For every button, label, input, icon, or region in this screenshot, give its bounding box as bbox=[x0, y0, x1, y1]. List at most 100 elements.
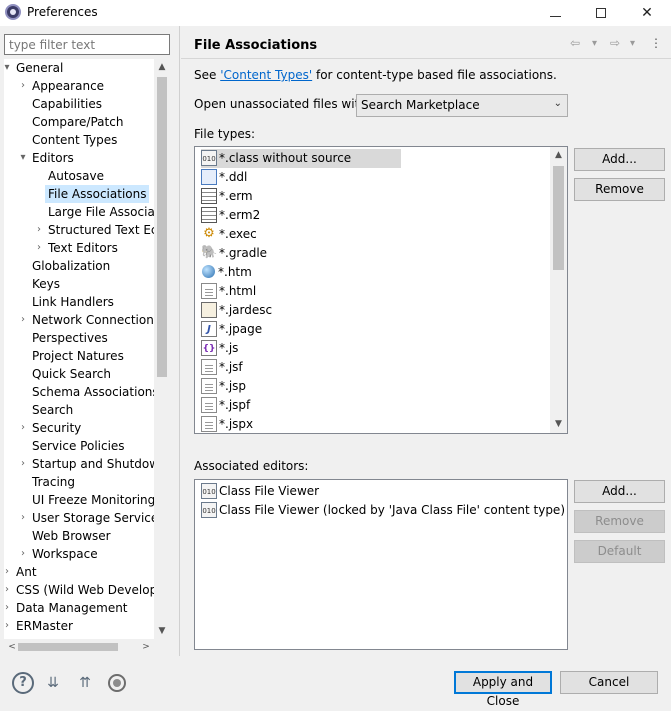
filter-input[interactable] bbox=[4, 34, 170, 55]
list-item[interactable]: *.html bbox=[201, 282, 256, 301]
list-item[interactable]: *.jardesc bbox=[201, 301, 272, 320]
chevron-right-icon[interactable]: › bbox=[18, 419, 28, 437]
tree-item[interactable]: › CSS (Wild Web Develop bbox=[4, 581, 154, 599]
chevron-right-icon[interactable]: › bbox=[4, 617, 12, 635]
sash-splitter[interactable] bbox=[179, 26, 180, 656]
chevron-right-icon[interactable]: › bbox=[34, 239, 44, 257]
chevron-right-icon[interactable]: › bbox=[4, 599, 12, 617]
list-item[interactable]: *.htm bbox=[201, 263, 252, 282]
tree-item[interactable]: Web Browser bbox=[4, 527, 154, 545]
maximize-button[interactable] bbox=[578, 0, 624, 26]
scroll-down-icon[interactable]: ▼ bbox=[154, 623, 170, 639]
tree-item[interactable]: › Security bbox=[4, 419, 154, 437]
list-item[interactable]: *.erm2 bbox=[201, 206, 260, 225]
jsf-file-icon bbox=[201, 358, 217, 375]
tree-item[interactable]: › Structured Text Ec bbox=[4, 221, 154, 239]
cancel-button[interactable]: Cancel bbox=[560, 671, 658, 694]
forward-menu-icon[interactable]: ▾ bbox=[630, 38, 635, 49]
tree-item[interactable]: › Data Management bbox=[4, 599, 154, 617]
apply-and-close-button[interactable]: Apply and Close bbox=[454, 671, 552, 708]
add-file-type-button[interactable]: Add... bbox=[574, 148, 665, 171]
tree-item[interactable]: UI Freeze Monitoring bbox=[4, 491, 154, 509]
tree-item[interactable]: Quick Search bbox=[4, 365, 154, 383]
import-preferences-icon[interactable]: ⇊ bbox=[42, 672, 64, 694]
scroll-up-icon[interactable]: ▲ bbox=[550, 147, 567, 164]
list-item[interactable]: *.jspf bbox=[201, 396, 250, 415]
tree-item[interactable]: Autosave bbox=[4, 167, 154, 185]
tree-item[interactable]: › Startup and Shutdow bbox=[4, 455, 154, 473]
remove-file-type-button[interactable]: Remove bbox=[574, 178, 665, 201]
tree-item[interactable]: ▾ Editors bbox=[4, 149, 154, 167]
chevron-right-icon[interactable]: › bbox=[18, 311, 28, 329]
list-item[interactable]: 010 Class File Viewer bbox=[201, 482, 319, 501]
add-editor-button[interactable]: Add... bbox=[574, 480, 665, 503]
content-types-link[interactable]: 'Content Types' bbox=[220, 68, 312, 82]
chevron-right-icon[interactable]: › bbox=[18, 509, 28, 527]
record-icon[interactable] bbox=[106, 672, 128, 694]
list-item[interactable]: *.ddl bbox=[201, 168, 247, 187]
open-unassociated-select[interactable]: Search Marketplace ⌄ bbox=[356, 94, 568, 117]
tree-item[interactable]: Large File Associa bbox=[4, 203, 154, 221]
list-item[interactable]: *.jsp bbox=[201, 377, 246, 396]
list-item[interactable]: *.jspx bbox=[201, 415, 253, 433]
chevron-right-icon[interactable]: › bbox=[4, 563, 12, 581]
default-editor-button[interactable]: Default bbox=[574, 540, 665, 563]
tree-item[interactable]: Content Types bbox=[4, 131, 154, 149]
remove-editor-button[interactable]: Remove bbox=[574, 510, 665, 533]
tree-item[interactable]: Keys bbox=[4, 275, 154, 293]
tree-item[interactable]: › Appearance bbox=[4, 77, 154, 95]
chevron-right-icon[interactable]: › bbox=[18, 455, 28, 473]
tree-item[interactable]: Schema Associations bbox=[4, 383, 154, 401]
minimize-button[interactable] bbox=[532, 0, 578, 26]
list-item[interactable]: J *.jpage bbox=[201, 320, 262, 339]
tree-item[interactable]: › User Storage Service bbox=[4, 509, 154, 527]
chevron-down-icon[interactable]: ▾ bbox=[18, 149, 28, 167]
list-item[interactable]: {} *.js bbox=[201, 339, 238, 358]
scroll-thumb[interactable] bbox=[157, 77, 167, 377]
forward-arrow-icon[interactable]: ⇨ bbox=[610, 36, 620, 50]
list-item[interactable]: 010 Class File Viewer (locked by 'Java Cl… bbox=[201, 501, 565, 520]
back-menu-icon[interactable]: ▾ bbox=[592, 38, 597, 49]
help-icon[interactable]: ? bbox=[12, 672, 34, 694]
file-types-list[interactable]: 010 *.class without source *.ddl *.erm *.erm… bbox=[194, 146, 568, 434]
scroll-up-icon[interactable]: ▲ bbox=[154, 59, 170, 75]
list-item[interactable]: *.erm bbox=[201, 187, 253, 206]
tree-item[interactable]: ▾ General bbox=[4, 59, 154, 77]
tree-item[interactable]: Tracing bbox=[4, 473, 154, 491]
associated-editors-list[interactable]: 010 Class File Viewer 010 Class File Viewer… bbox=[194, 479, 568, 650]
list-item[interactable]: 🐘 *.gradle bbox=[201, 244, 267, 263]
tree-item[interactable]: › Text Editors bbox=[4, 239, 154, 257]
tree-item[interactable]: File Associations bbox=[4, 185, 154, 203]
list-item[interactable]: ⚙ *.exec bbox=[201, 225, 257, 244]
tree-item[interactable]: › ERMaster bbox=[4, 617, 154, 635]
export-preferences-icon[interactable]: ⇈ bbox=[74, 672, 96, 694]
tree-item[interactable]: Compare/Patch bbox=[4, 113, 154, 131]
list-item[interactable]: 010 *.class without source bbox=[201, 149, 401, 168]
file-types-scrollbar[interactable]: ▲ ▼ bbox=[550, 147, 567, 433]
tree-item[interactable]: Capabilities bbox=[4, 95, 154, 113]
back-arrow-icon[interactable]: ⇦ bbox=[570, 36, 580, 50]
tree-item[interactable]: Service Policies bbox=[4, 437, 154, 455]
tree-item[interactable]: Search bbox=[4, 401, 154, 419]
tree-horizontal-scrollbar[interactable]: < > bbox=[4, 639, 154, 655]
tree-item[interactable]: Link Handlers bbox=[4, 293, 154, 311]
tree-item[interactable]: Globalization bbox=[4, 257, 154, 275]
scroll-thumb[interactable] bbox=[553, 166, 564, 270]
tree-item[interactable]: › Ant bbox=[4, 563, 154, 581]
more-options-icon[interactable]: ⋮ bbox=[650, 36, 662, 50]
chevron-right-icon[interactable]: › bbox=[18, 77, 28, 95]
close-button[interactable]: ✕ bbox=[624, 0, 670, 26]
tree-item[interactable]: › Workspace bbox=[4, 545, 154, 563]
scroll-down-icon[interactable]: ▼ bbox=[550, 416, 567, 433]
chevron-right-icon[interactable]: › bbox=[34, 221, 44, 239]
scroll-right-icon[interactable]: > bbox=[138, 639, 154, 655]
chevron-down-icon[interactable]: ▾ bbox=[4, 59, 12, 77]
chevron-right-icon[interactable]: › bbox=[18, 545, 28, 563]
tree-item[interactable]: › Network Connection bbox=[4, 311, 154, 329]
tree-item[interactable]: Perspectives bbox=[4, 329, 154, 347]
chevron-right-icon[interactable]: › bbox=[4, 581, 12, 599]
list-item[interactable]: *.jsf bbox=[201, 358, 243, 377]
tree-vertical-scrollbar[interactable]: ▲ ▼ bbox=[154, 59, 170, 639]
scroll-thumb[interactable] bbox=[18, 643, 118, 651]
tree-item[interactable]: Project Natures bbox=[4, 347, 154, 365]
